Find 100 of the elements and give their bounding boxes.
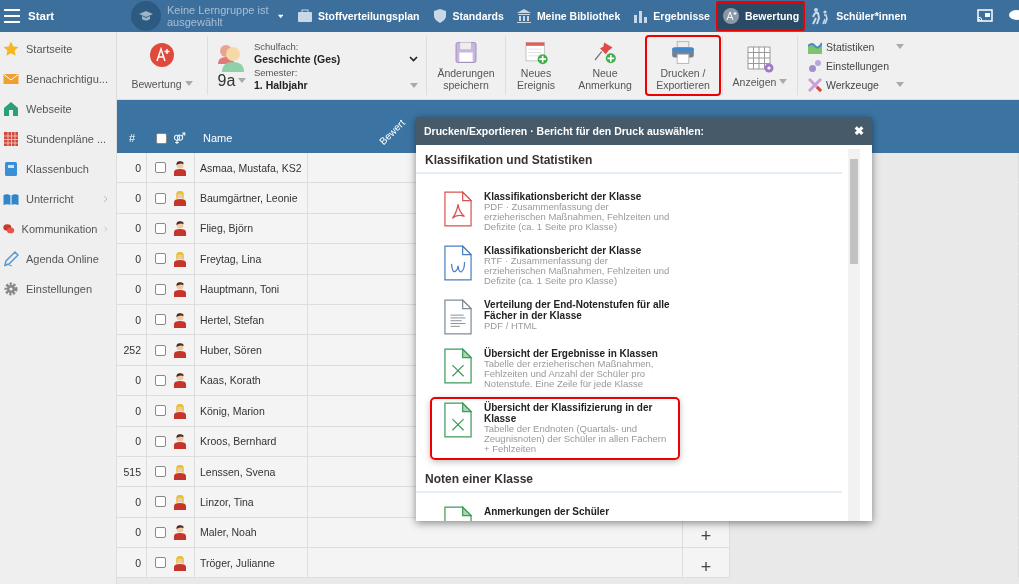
student-name: König, Marion — [195, 396, 308, 427]
sidebar-item[interactable]: Webseite — [0, 94, 116, 124]
sidebar-item[interactable]: Einstellungen — [0, 274, 116, 304]
row-checkbox[interactable] — [155, 283, 166, 295]
nav-item[interactable]: Schüler*innen — [805, 1, 913, 31]
sidebar-item[interactable]: Klassenbuch — [0, 154, 116, 184]
column-header: # — [127, 131, 137, 146]
student-name: Lenssen, Svena — [195, 456, 308, 488]
cast-icon[interactable] — [977, 9, 993, 23]
close-button[interactable]: ✖ — [854, 124, 864, 138]
row-checkbox[interactable] — [155, 405, 166, 417]
nav-item[interactable]: Meine Bibliothek — [509, 1, 627, 31]
toolbar-menu-item[interactable]: Statistiken — [808, 38, 904, 55]
nav-item[interactable]: Bewertung — [715, 1, 806, 31]
semester-dropdown[interactable]: 1. Halbjahr — [254, 78, 418, 92]
pdf-file-icon — [444, 191, 472, 227]
row-checkbox[interactable] — [155, 435, 166, 447]
report-option[interactable]: Verteilung der End-Notenstufen für alle Fächer in der Klasse PDF / HTML — [430, 294, 680, 341]
row-checkbox[interactable] — [155, 162, 166, 174]
library-icon — [515, 8, 532, 24]
grading-mode-button[interactable]: Bewertung — [118, 35, 206, 96]
house-icon — [3, 101, 19, 117]
open-book-icon — [3, 191, 19, 207]
row-checkbox[interactable] — [155, 374, 166, 386]
student-name: Huber, Sören — [195, 335, 308, 366]
toolbar-button[interactable]: Neue Anmerkung — [567, 35, 643, 96]
toolbar-menu-item[interactable]: Werkzeuge — [808, 76, 904, 93]
sidebar-item[interactable]: Stundenpläne ... — [0, 124, 116, 154]
caret-icon — [896, 44, 904, 49]
add-button[interactable]: + — [700, 527, 712, 546]
row-checkbox[interactable] — [155, 466, 166, 478]
student-name: Linzor, Tina — [195, 487, 308, 518]
toolbar-button[interactable]: Anzeigen — [724, 35, 796, 96]
sidebar-item[interactable]: Kommunikation — [0, 214, 116, 244]
settings-icon — [3, 281, 19, 297]
caret-icon — [238, 78, 247, 83]
dialog-title: Drucken/Exportieren · Bericht für den Druck auswählen: — [424, 125, 705, 137]
spreadsheet-file-icon — [444, 348, 472, 384]
toolbar-button[interactable]: Änderungen speichern — [428, 35, 504, 96]
toolbar-menu-item[interactable]: Einstellungen — [808, 57, 904, 74]
spreadsheet-file-icon — [444, 402, 472, 438]
count-cell: 0 — [117, 153, 147, 184]
student-name: Asmaa, Mustafa, KS2 — [195, 153, 308, 184]
sidebar-item[interactable]: Benachrichtigu... — [0, 64, 116, 94]
toolbar-button[interactable]: Neues Ereignis — [507, 35, 565, 96]
row-checkbox[interactable] — [155, 192, 166, 204]
student-name: Hertel, Stefan — [195, 304, 308, 336]
caret-icon — [896, 82, 904, 87]
start-menu-button[interactable]: Start — [0, 0, 121, 32]
select-all-checkbox[interactable] — [156, 132, 167, 144]
report-option[interactable]: Klassifikationsbericht der Klasse RTF · Zusammenfassung der erzieherischen Maßnahmen, Fehlzeiten und Defizite (ca. 1 Seite pro Klasse) — [430, 240, 680, 292]
grade-icon — [721, 7, 740, 25]
chevron-down-icon — [409, 56, 418, 62]
report-option[interactable]: Klassifikationsbericht der Klasse PDF · Zusammenfassung der erzieherischen Maßnahmen, Fehlzeiten und Defizite (ca. 1 Seite pro Klasse) — [430, 186, 680, 238]
sidebar-item[interactable]: Unterricht — [0, 184, 116, 214]
row-checkbox[interactable] — [155, 526, 166, 538]
class-selector[interactable]: 9a — [216, 41, 248, 90]
student-name: Tröger, Julianne — [195, 548, 308, 579]
count-cell: 0 — [117, 487, 147, 518]
row-checkbox[interactable] — [155, 344, 166, 356]
caret-icon — [184, 81, 193, 86]
row-checkbox[interactable] — [155, 253, 166, 265]
count-cell: 0 — [117, 548, 147, 579]
student-name: Kroos, Bernhard — [195, 426, 308, 457]
row-checkbox[interactable] — [155, 557, 166, 569]
pen-icon — [3, 251, 19, 267]
sidebar-item[interactable]: Agenda Online — [0, 244, 116, 274]
count-cell: 0 — [117, 244, 147, 275]
menu-icon — [4, 9, 20, 23]
row-checkbox[interactable] — [155, 222, 166, 234]
count-cell: 515 — [117, 456, 147, 488]
gears-icon — [808, 58, 822, 73]
shield-icon — [431, 8, 448, 24]
scrollbar[interactable] — [848, 149, 860, 521]
add-button[interactable]: + — [700, 557, 712, 576]
calendar-icon — [3, 131, 19, 147]
chat-icon[interactable] — [1009, 9, 1019, 23]
student-name: Kaas, Korath — [195, 365, 308, 397]
row-checkbox[interactable] — [155, 496, 166, 508]
subject-dropdown[interactable]: Geschichte (Ges) — [254, 52, 418, 66]
nav-item[interactable]: Stoffverteilungsplan — [291, 1, 426, 31]
count-cell: 0 — [117, 213, 147, 245]
section-heading: Klassifikation und Statistiken — [416, 145, 842, 174]
report-option[interactable]: Anmerkungen der Schüler — [430, 501, 680, 521]
report-option[interactable]: Übersicht der Klassifizierung in der Klasse Tabelle der Endnoten (Quartals- und Zeugnisnoten) der Schüler in allen Fächern + Fehlzeiten — [430, 397, 680, 460]
column-header: Name — [202, 131, 234, 146]
nav-item[interactable]: Ergebnisse — [626, 1, 716, 31]
toolbar-button[interactable]: Drucken / Exportieren — [645, 35, 721, 96]
field-label: Schulfach: — [254, 39, 300, 53]
student-name: Hauptmann, Toni — [195, 274, 308, 305]
notebook-icon — [3, 161, 19, 177]
envelope-icon — [3, 71, 19, 87]
word-file-icon — [444, 245, 472, 281]
grade-badge-icon — [149, 41, 175, 68]
row-checkbox[interactable] — [155, 314, 166, 326]
caret-icon — [277, 13, 283, 19]
star-icon — [3, 41, 19, 57]
sidebar-item[interactable]: Startseite — [0, 34, 116, 64]
report-option[interactable]: Übersicht der Ergebnisse in Klassen Tabelle der erzieherischen Maßnahmen, Fehlzeiten und Anzahl der Schüler pro Notenstufe. Eine Zeile für jede Klasse — [430, 343, 680, 395]
nav-item[interactable]: Standards — [425, 1, 510, 31]
